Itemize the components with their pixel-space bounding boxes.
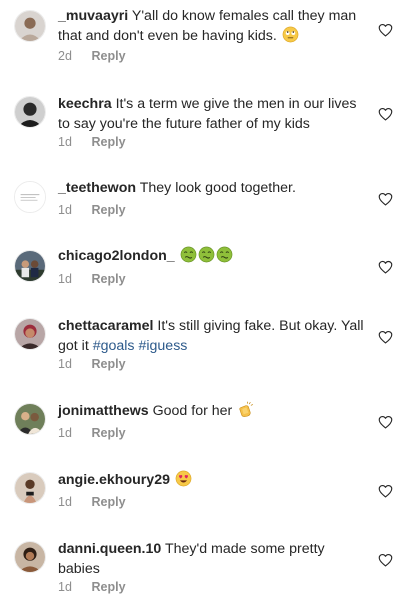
comment-timestamp: 2d: [58, 49, 72, 63]
comment-meta: 1d Reply: [58, 271, 126, 287]
reply-button[interactable]: Reply: [91, 357, 125, 371]
comment-text: They look good together.: [139, 180, 296, 196]
comment-body: chettacaramel It's still giving fake. Bu…: [58, 316, 370, 356]
comment-body: _muvaayri Y'all do know females call the…: [58, 6, 370, 46]
nauseated-face-emoji: [216, 246, 233, 263]
reply-button[interactable]: Reply: [91, 426, 125, 440]
comment-timestamp: 1d: [58, 135, 72, 149]
hashtag-link[interactable]: #goals: [93, 338, 135, 354]
reply-button[interactable]: Reply: [91, 49, 125, 63]
avatar[interactable]: [14, 10, 46, 42]
avatar[interactable]: [14, 96, 46, 128]
nauseated-face-emoji: [180, 246, 197, 263]
comment-username[interactable]: angie.ekhoury29: [58, 472, 170, 488]
heart-outline-icon[interactable]: [378, 192, 393, 206]
comment-timestamp: 1d: [58, 203, 72, 217]
clapping-hands-emoji: [237, 401, 254, 418]
comment-meta: 1d Reply: [58, 202, 126, 218]
comment-username[interactable]: _muvaayri: [58, 8, 128, 24]
comment-meta: 2d Reply: [58, 48, 126, 64]
comment-body: keechra It's a term we give the men in o…: [58, 94, 370, 134]
comment-body: chicago2london_: [58, 246, 370, 266]
comment-username[interactable]: chicago2london_: [58, 248, 175, 264]
heart-outline-icon[interactable]: [378, 484, 393, 498]
comment-timestamp: 1d: [58, 495, 72, 509]
comment-meta: 1d Reply: [58, 494, 126, 510]
comment-text: Good for her: [152, 403, 233, 419]
reply-button[interactable]: Reply: [91, 272, 125, 286]
heart-outline-icon[interactable]: [378, 330, 393, 344]
comment-meta: 1d Reply: [58, 579, 126, 595]
avatar[interactable]: [14, 403, 46, 435]
comment-username[interactable]: _teethewon: [58, 180, 136, 196]
heart-outline-icon[interactable]: [378, 260, 393, 274]
hashtag-link[interactable]: #iguess: [138, 338, 187, 354]
eye-roll-emoji: [282, 26, 299, 43]
comment-body: _teethewon They look good together.: [58, 178, 370, 198]
avatar[interactable]: [14, 181, 46, 213]
reply-button[interactable]: Reply: [91, 580, 125, 594]
nauseated-face-emoji: [198, 246, 215, 263]
avatar[interactable]: [14, 472, 46, 504]
reply-button[interactable]: Reply: [91, 495, 125, 509]
comment-username[interactable]: keechra: [58, 96, 112, 112]
comment-timestamp: 1d: [58, 426, 72, 440]
avatar[interactable]: [14, 250, 46, 282]
comment-body: jonimatthews Good for her: [58, 401, 370, 421]
comment-username[interactable]: danni.queen.10: [58, 541, 161, 557]
heart-outline-icon[interactable]: [378, 415, 393, 429]
comment-username[interactable]: jonimatthews: [58, 403, 149, 419]
comment-body: angie.ekhoury29: [58, 470, 370, 490]
comment-body: danni.queen.10 They'd made some pretty b…: [58, 539, 370, 579]
reply-button[interactable]: Reply: [91, 203, 125, 217]
reply-button[interactable]: Reply: [91, 135, 125, 149]
heart-outline-icon[interactable]: [378, 107, 393, 121]
comment-meta: 1d Reply: [58, 356, 126, 372]
comment-list: _muvaayri Y'all do know females call the…: [0, 0, 415, 600]
comment-timestamp: 1d: [58, 357, 72, 371]
comment-timestamp: 1d: [58, 580, 72, 594]
comment-meta: 1d Reply: [58, 134, 126, 150]
avatar[interactable]: [14, 541, 46, 573]
comment-username[interactable]: chettacaramel: [58, 318, 153, 334]
heart-outline-icon[interactable]: [378, 23, 393, 37]
heart-eyes-emoji: [175, 470, 192, 487]
comment-meta: 1d Reply: [58, 425, 126, 441]
avatar[interactable]: [14, 318, 46, 350]
heart-outline-icon[interactable]: [378, 553, 393, 567]
comment-timestamp: 1d: [58, 272, 72, 286]
